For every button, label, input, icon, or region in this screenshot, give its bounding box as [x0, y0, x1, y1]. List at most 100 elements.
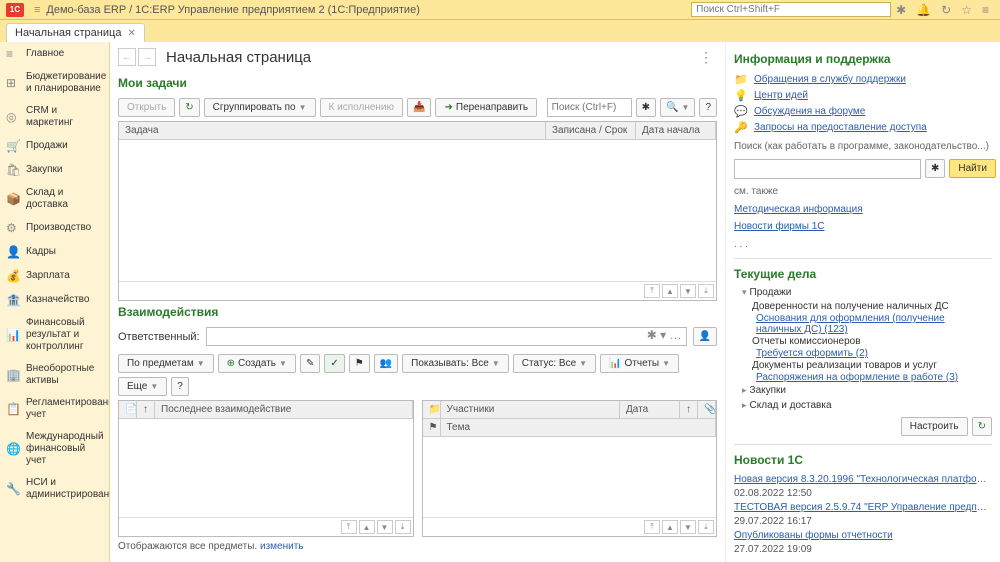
by-items-button[interactable]: По предметам▼: [118, 354, 214, 373]
menu-icon[interactable]: ≡: [34, 4, 40, 16]
search-options-button[interactable]: 🔍▼: [660, 98, 695, 117]
clear-icon[interactable]: ✱: [925, 159, 945, 178]
todo-item-0: Доверенности на получение наличных ДС: [734, 301, 992, 312]
nav-icon: ⊞: [6, 76, 20, 90]
help-search-input[interactable]: [734, 159, 921, 179]
sidebar-item-1[interactable]: ⊞Бюджетирование и планирование: [0, 66, 109, 100]
scroll-down-icon[interactable]: ▼: [680, 284, 696, 298]
col-task[interactable]: Задача: [119, 122, 546, 139]
user-icon[interactable]: 👤: [693, 327, 717, 346]
to-execution-button[interactable]: К исполнению: [320, 98, 403, 117]
help-button[interactable]: ?: [171, 377, 189, 396]
sidebar-item-14[interactable]: 🔧НСИ и администрирование: [0, 472, 109, 506]
col-sort[interactable]: ↑: [137, 401, 155, 418]
bell-icon[interactable]: 🔔: [916, 3, 931, 17]
status-filter-button[interactable]: Статус: Все▼: [513, 354, 596, 373]
flag-button[interactable]: ⚑: [349, 354, 370, 373]
nav-label: Кадры: [26, 246, 103, 258]
info-title: Информация и поддержка: [734, 52, 992, 66]
sidebar-item-2[interactable]: ◎CRM и маркетинг: [0, 100, 109, 134]
sidebar-item-11[interactable]: 🏢Внеоборотные активы: [0, 358, 109, 392]
show-filter-button[interactable]: Показывать: Все▼: [402, 354, 509, 373]
check-button[interactable]: ✓: [324, 354, 344, 373]
method-link[interactable]: Методическая информация: [734, 204, 863, 215]
sidebar-item-10[interactable]: 📊Финансовый результат и контроллинг: [0, 312, 109, 358]
col-icon[interactable]: 📄: [119, 401, 137, 418]
scroll-bottom-icon[interactable]: ⤓: [698, 284, 714, 298]
todo-link-0[interactable]: Основания для оформления (получение нали…: [756, 313, 945, 335]
open-button[interactable]: Открыть: [118, 98, 175, 117]
more-button[interactable]: Еще▼: [118, 377, 167, 396]
group-icon[interactable]: 👥: [374, 354, 398, 373]
sidebar-item-7[interactable]: 👤Кадры: [0, 240, 109, 264]
info-link-3[interactable]: Запросы на предоставление доступа: [754, 122, 927, 133]
favorite-icon[interactable]: ☆: [961, 3, 972, 17]
scroll-up-icon[interactable]: ▲: [662, 520, 678, 534]
history-icon[interactable]: ↻: [941, 3, 951, 17]
info-link-0[interactable]: Обращения в службу поддержки: [754, 74, 906, 85]
col-participants[interactable]: Участники: [441, 401, 621, 418]
refresh-button[interactable]: ↻: [179, 98, 199, 117]
info-link-1[interactable]: Центр идей: [754, 90, 808, 101]
sidebar-item-12[interactable]: 📋Регламентированный учет: [0, 392, 109, 426]
sidebar-item-5[interactable]: 📦Склад и доставка: [0, 182, 109, 216]
forward-button[interactable]: →: [138, 48, 156, 66]
news-link-0[interactable]: Новая версия 8.3.20.1996 "Технологическа…: [734, 474, 992, 485]
col-icon[interactable]: 📁: [423, 401, 441, 418]
tree-sales[interactable]: Продажи: [734, 287, 992, 298]
news-link-4[interactable]: Опубликованы формы отчетности: [734, 530, 992, 541]
col-attach[interactable]: 📎: [698, 401, 716, 418]
create-button[interactable]: ⊕Создать▼: [218, 354, 296, 373]
tree-purchases[interactable]: Закупки: [734, 385, 992, 396]
todo-link-2[interactable]: Распоряжения на оформление в работе (3): [756, 372, 958, 383]
change-link[interactable]: изменить: [260, 541, 304, 552]
back-button[interactable]: ←: [118, 48, 136, 66]
clear-search-icon[interactable]: ✱: [636, 98, 656, 117]
sidebar-item-13[interactable]: 🌐Международный финансовый учет: [0, 426, 109, 472]
col-date[interactable]: Дата: [620, 401, 680, 418]
reports-button[interactable]: 📊Отчеты▼: [600, 354, 679, 373]
settings-icon[interactable]: ≡: [982, 3, 989, 17]
col-recorded[interactable]: Записана / Срок: [546, 122, 636, 139]
group-by-button[interactable]: Сгруппировать по▼: [204, 98, 316, 117]
todo-link-1[interactable]: Требуется оформить (2): [756, 348, 868, 359]
info-link-2[interactable]: Обсуждения на форуме: [754, 106, 865, 117]
scroll-top-icon[interactable]: ⤒: [644, 284, 660, 298]
col-sort[interactable]: ↑: [680, 401, 698, 418]
tree-warehouse[interactable]: Склад и доставка: [734, 400, 992, 411]
scroll-down-icon[interactable]: ▼: [377, 520, 393, 534]
global-search-input[interactable]: [691, 2, 891, 17]
scroll-top-icon[interactable]: ⤒: [341, 520, 357, 534]
tasks-search-input[interactable]: [547, 98, 632, 117]
refresh-todo-button[interactable]: ↻: [972, 417, 992, 436]
sidebar-item-3[interactable]: 🛒Продажи: [0, 134, 109, 158]
scroll-up-icon[interactable]: ▲: [359, 520, 375, 534]
sidebar-item-4[interactable]: 🛍Закупки: [0, 158, 109, 182]
settings-button[interactable]: Настроить: [901, 417, 968, 436]
news-link-2[interactable]: ТЕСТОВАЯ версия 2.5.9.74 "ERP Управление…: [734, 502, 992, 513]
sidebar-item-8[interactable]: 💰Зарплата: [0, 264, 109, 288]
sidebar-item-6[interactable]: ⚙Производство: [0, 216, 109, 240]
redirect-button[interactable]: ➜Перенаправить: [435, 98, 537, 117]
col-topic[interactable]: Тема: [441, 419, 717, 436]
sidebar-item-0[interactable]: ≡Главное: [0, 42, 109, 66]
page-menu-icon[interactable]: ⋮: [695, 49, 717, 66]
col-flag[interactable]: ⚑: [423, 419, 441, 436]
responsible-input[interactable]: ✱ ▾ …: [206, 327, 687, 346]
star-icon[interactable]: ✱: [896, 3, 906, 17]
scroll-bottom-icon[interactable]: ⤓: [698, 520, 714, 534]
scroll-top-icon[interactable]: ⤒: [644, 520, 660, 534]
scroll-up-icon[interactable]: ▲: [662, 284, 678, 298]
news-1c-link[interactable]: Новости фирмы 1С: [734, 221, 825, 232]
edit-button[interactable]: ✎: [300, 354, 320, 373]
find-button[interactable]: Найти: [949, 159, 996, 178]
close-icon[interactable]: ✕: [127, 28, 135, 39]
tab-home[interactable]: Начальная страница ✕: [6, 23, 145, 42]
sidebar-item-9[interactable]: 🏦Казначейство: [0, 288, 109, 312]
col-start[interactable]: Дата начала: [636, 122, 716, 139]
accept-button[interactable]: 📥: [407, 98, 431, 117]
col-last-interaction[interactable]: Последнее взаимодействие: [155, 401, 413, 418]
scroll-down-icon[interactable]: ▼: [680, 520, 696, 534]
help-button[interactable]: ?: [699, 98, 717, 117]
scroll-bottom-icon[interactable]: ⤓: [395, 520, 411, 534]
